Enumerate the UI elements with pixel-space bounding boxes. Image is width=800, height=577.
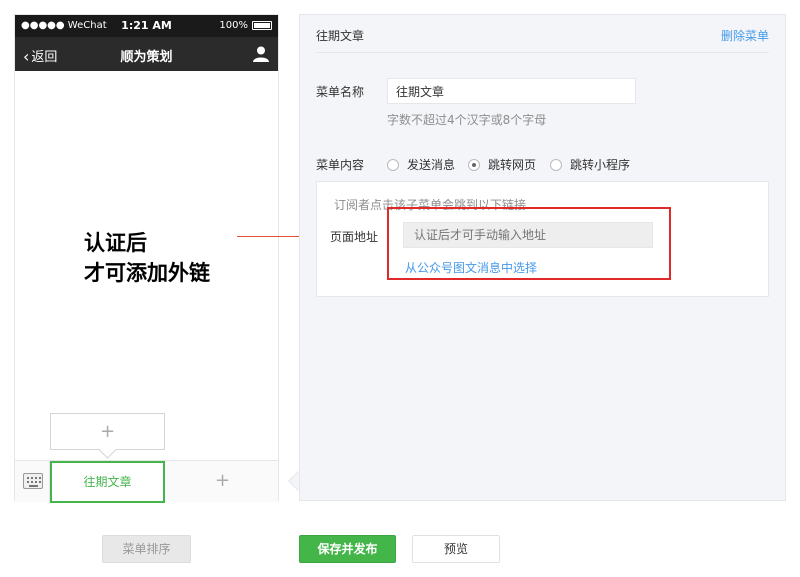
menu-name-input[interactable] [387, 78, 636, 104]
sort-menu-button[interactable]: 菜单排序 [102, 535, 191, 563]
menu-name-label: 菜单名称 [316, 85, 365, 99]
radio-dot-selected [468, 159, 480, 171]
radio-jump-webpage[interactable]: 跳转网页 [468, 156, 536, 173]
menu-bar: 往期文章 + [15, 460, 280, 503]
annotation-text: 认证后 才可添加外链 [84, 228, 210, 288]
annotation-line-1: 认证后 [84, 231, 147, 255]
highlight-box [387, 207, 671, 280]
user-icon[interactable] [252, 45, 270, 63]
nav-bar: ‹ 返回 顺为策划 [15, 37, 278, 71]
save-publish-button[interactable]: 保存并发布 [299, 535, 396, 563]
account-title: 顺为策划 [120, 50, 173, 65]
delete-menu-link[interactable]: 删除菜单 [721, 27, 769, 44]
preview-button[interactable]: 预览 [412, 535, 500, 563]
status-bar: ●●●●● WeChat 1:21 AM 100% [15, 15, 278, 37]
battery-percent: 100% [219, 20, 248, 31]
annotation-line-2: 才可添加外链 [84, 261, 210, 285]
panel-title: 往期文章 [316, 29, 365, 43]
radio-jump-miniprogram[interactable]: 跳转小程序 [550, 156, 630, 173]
panel-header: 往期文章 删除菜单 [316, 27, 769, 53]
page-url-label: 页面地址 [330, 230, 379, 244]
menu-item-active[interactable]: 往期文章 [50, 461, 165, 503]
radio-label: 跳转小程序 [570, 158, 631, 172]
radio-dot [387, 159, 399, 171]
battery-icon [252, 21, 272, 30]
menu-content-label: 菜单内容 [316, 158, 365, 172]
radio-send-message[interactable]: 发送消息 [387, 156, 455, 173]
radio-label: 跳转网页 [488, 158, 537, 172]
radio-dot [550, 159, 562, 171]
keyboard-icon[interactable] [23, 473, 43, 489]
menu-name-hint: 字数不超过4个汉字或8个字母 [387, 113, 547, 127]
add-menu-button[interactable]: + [165, 461, 280, 503]
radio-label: 发送消息 [407, 158, 456, 172]
add-submenu-button[interactable]: + [50, 413, 165, 450]
